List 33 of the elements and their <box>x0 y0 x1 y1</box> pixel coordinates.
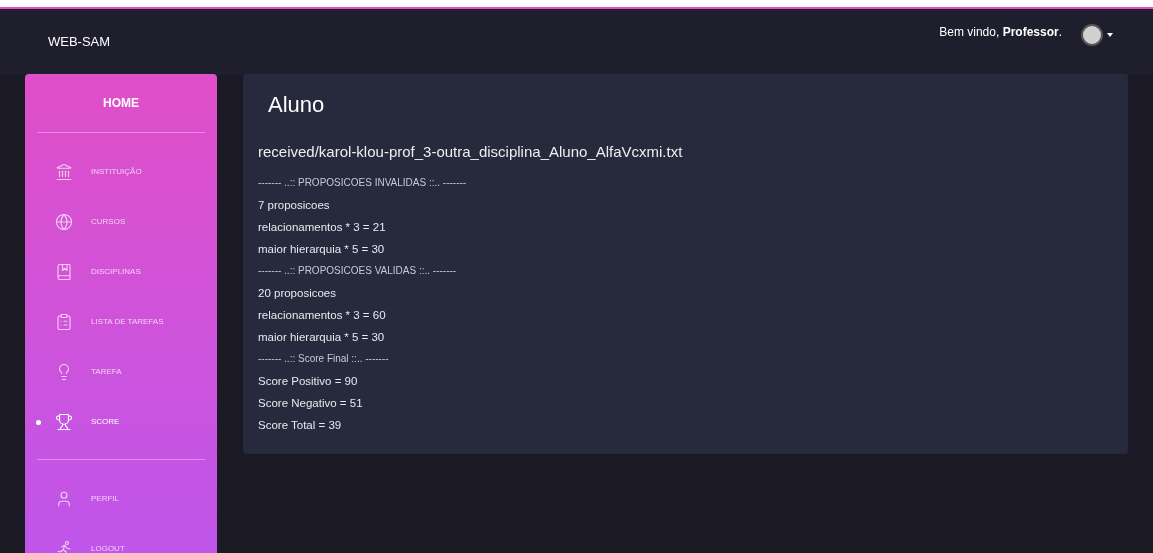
nav-item[interactable]: SCORE <box>37 397 205 447</box>
user-menu-button[interactable] <box>1080 23 1113 47</box>
result-line: Score Total = 39 <box>258 417 343 433</box>
nav-item[interactable]: DISCIPLINAS <box>37 247 205 297</box>
home-link[interactable]: HOME <box>25 94 217 112</box>
globe-icon <box>55 213 73 231</box>
section-separator: ------- ..:: PROPOSICOES VALIDAS ::.. ------- <box>258 263 458 278</box>
nav-item[interactable]: LOGOUT <box>37 524 205 553</box>
welcome-text: Bem vindo, Professor. <box>939 24 1062 41</box>
result-line: 20 proposicoes <box>258 285 337 301</box>
result-line: maior hierarquia * 5 = 30 <box>258 241 386 257</box>
result-line: Score Positivo = 90 <box>258 373 359 389</box>
result-line: relacionamentos * 3 = 60 <box>258 307 387 323</box>
nav-item[interactable]: INSTITUIÇÃO <box>37 147 205 197</box>
nav-item[interactable]: PERFIL <box>37 474 205 524</box>
runner-icon <box>55 540 73 553</box>
brand-name: WEB-SAM <box>48 33 111 51</box>
file-name: received/karol-klou-prof_3-outra_disciplina_Aluno_AlfaVcxmi.txt <box>258 142 684 162</box>
page-title: Aluno <box>268 91 326 119</box>
nav-item[interactable]: CURSOS <box>37 197 205 247</box>
user-icon <box>55 490 73 508</box>
result-line: relacionamentos * 3 = 21 <box>258 219 387 235</box>
trophy-icon <box>55 413 73 431</box>
nav-item[interactable]: LISTA DE TAREFAS <box>37 297 205 347</box>
building-icon <box>55 163 73 181</box>
section-separator: ------- ..:: Score Final ::.. ------- <box>258 351 390 366</box>
nav-item[interactable]: TAREFA <box>37 347 205 397</box>
section-separator: ------- ..:: PROPOSICOES INVALIDAS ::.. ------- <box>258 175 468 190</box>
book-icon <box>55 263 73 281</box>
result-line: maior hierarquia * 5 = 30 <box>258 329 386 345</box>
result-line: Score Negativo = 51 <box>258 395 364 411</box>
clipboard-icon <box>55 313 73 331</box>
result-line: 7 proposicoes <box>258 197 331 213</box>
